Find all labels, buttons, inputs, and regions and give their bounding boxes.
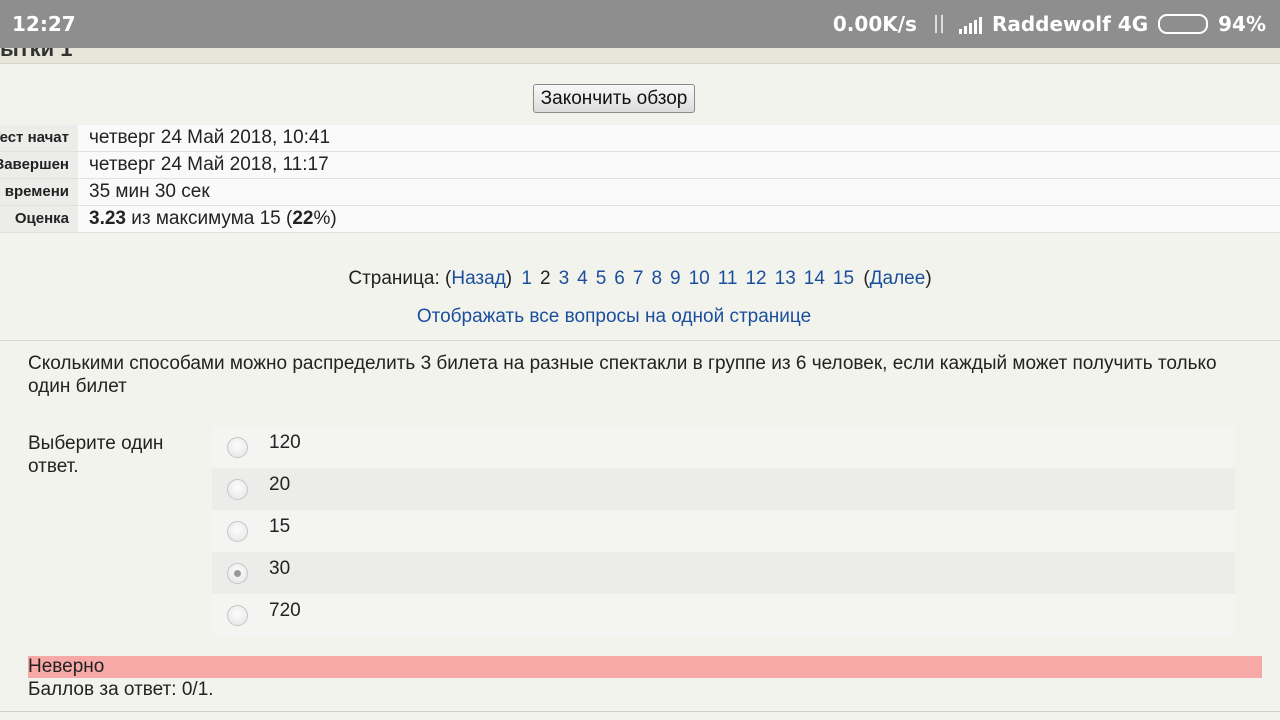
page-link-14[interactable]: 14 bbox=[804, 268, 825, 289]
summary-label: Прошло времени bbox=[0, 179, 78, 205]
next-page-link[interactable]: Далее bbox=[870, 268, 926, 289]
page-link-4[interactable]: 4 bbox=[577, 268, 588, 289]
summary-value: 3.23 из максимума 15 (22%) bbox=[78, 206, 1280, 232]
current-page-number: 2 bbox=[539, 268, 551, 289]
carrier-name: Raddewolf 4G bbox=[991, 12, 1149, 36]
summary-value: 35 мин 30 сек bbox=[78, 179, 1280, 205]
answer-label: 720 bbox=[269, 600, 301, 621]
result-incorrect-banner: Неверно bbox=[28, 656, 1262, 678]
status-icons: 0.00K/s Raddewolf 4G 94% bbox=[833, 12, 1266, 36]
answer-option[interactable]: 15 bbox=[212, 510, 1235, 552]
grade-value: 3.23 bbox=[89, 208, 126, 229]
signal-icon bbox=[958, 14, 982, 34]
page-link-7[interactable]: 7 bbox=[633, 268, 644, 289]
answer-options: 120 20 15 30 720 bbox=[212, 426, 1235, 636]
page-link-12[interactable]: 12 bbox=[745, 268, 766, 289]
page-link-1[interactable]: 1 bbox=[521, 268, 532, 289]
answer-option[interactable]: 120 bbox=[212, 426, 1235, 468]
divider bbox=[0, 711, 1280, 712]
show-all-questions-link[interactable]: Отображать все вопросы на одной странице bbox=[0, 306, 1228, 328]
page-link-15[interactable]: 15 bbox=[833, 268, 854, 289]
page-link-6[interactable]: 6 bbox=[614, 268, 625, 289]
finish-review-button[interactable]: Закончить обзор bbox=[533, 84, 695, 113]
answer-option[interactable]: 30 bbox=[212, 552, 1235, 594]
page-navigation: Страница: (Назад) 1 2 3 4 5 6 7 8 9 10 11 12 13 14 15 … bbox=[0, 268, 1280, 290]
pagination-prefix: Страница: ( bbox=[348, 268, 452, 289]
summary-value: четверг 24 Май 2018, 11:17 bbox=[78, 152, 1280, 178]
grade-percent-suffix: %) bbox=[313, 208, 337, 229]
summary-label: Тест начат bbox=[0, 125, 78, 151]
summary-row-grade: Оценка 3.23 из максимума 15 (22%) bbox=[0, 206, 1280, 233]
radio-button[interactable] bbox=[227, 605, 248, 626]
page-link-3[interactable]: 3 bbox=[559, 268, 570, 289]
status-bar: 12:27 0.00K/s Raddewolf 4G 94% bbox=[0, 0, 1280, 48]
radio-button[interactable] bbox=[227, 521, 248, 542]
mark-text: Баллов за ответ: 0/1. bbox=[28, 679, 214, 700]
answer-option[interactable]: 720 bbox=[212, 594, 1235, 636]
answer-prompt: Выберите один ответ. bbox=[28, 433, 164, 477]
answer-label: 15 bbox=[269, 516, 291, 537]
page-link-10[interactable]: 10 bbox=[689, 268, 710, 289]
answer-label: 30 bbox=[269, 558, 291, 579]
clock: 12:27 bbox=[12, 12, 76, 36]
divider bbox=[0, 340, 1280, 341]
question-text: Сколькими способами можно распределить 3… bbox=[28, 353, 1217, 397]
radio-button-selected[interactable] bbox=[227, 563, 248, 584]
data-activity-icon bbox=[929, 13, 949, 35]
answer-option[interactable]: 20 bbox=[212, 468, 1235, 510]
summary-row-time-taken: Прошло времени 35 мин 30 сек bbox=[0, 179, 1280, 206]
page-link-13[interactable]: 13 bbox=[775, 268, 796, 289]
paren: ) bbox=[925, 268, 932, 289]
previous-page-link[interactable]: Назад bbox=[451, 268, 505, 289]
battery-icon bbox=[1158, 14, 1209, 34]
radio-button[interactable] bbox=[227, 479, 248, 500]
answer-label: 20 bbox=[269, 474, 291, 495]
page-link-9[interactable]: 9 bbox=[670, 268, 681, 289]
page-title: ытки 1 bbox=[0, 48, 73, 61]
page-numbers: 1 2 3 4 5 6 7 8 9 10 11 12 13 14 15 bbox=[517, 268, 858, 289]
summary-label: Оценка bbox=[0, 206, 78, 232]
network-speed: 0.00K/s bbox=[832, 12, 917, 36]
page-link-8[interactable]: 8 bbox=[651, 268, 662, 289]
answer-label: 120 bbox=[269, 432, 301, 453]
summary-row-finished: Завершен четверг 24 Май 2018, 11:17 bbox=[0, 152, 1280, 179]
paren: ) bbox=[505, 268, 513, 289]
summary-label: Завершен bbox=[0, 152, 78, 178]
grade-max-text: из максимума 15 ( bbox=[131, 208, 293, 229]
battery-percent: 94% bbox=[1218, 12, 1266, 36]
page-link-11[interactable]: 11 bbox=[718, 268, 738, 289]
summary-value: четверг 24 Май 2018, 10:41 bbox=[78, 125, 1280, 151]
summary-row-started: Тест начат четверг 24 Май 2018, 10:41 bbox=[0, 125, 1280, 152]
radio-button[interactable] bbox=[227, 437, 248, 458]
page-title-strip: ытки 1 bbox=[0, 48, 1280, 64]
attempt-summary-table: Тест начат четверг 24 Май 2018, 10:41 За… bbox=[0, 125, 1280, 233]
page-link-5[interactable]: 5 bbox=[596, 268, 607, 289]
grade-percent: 22 bbox=[292, 208, 314, 229]
